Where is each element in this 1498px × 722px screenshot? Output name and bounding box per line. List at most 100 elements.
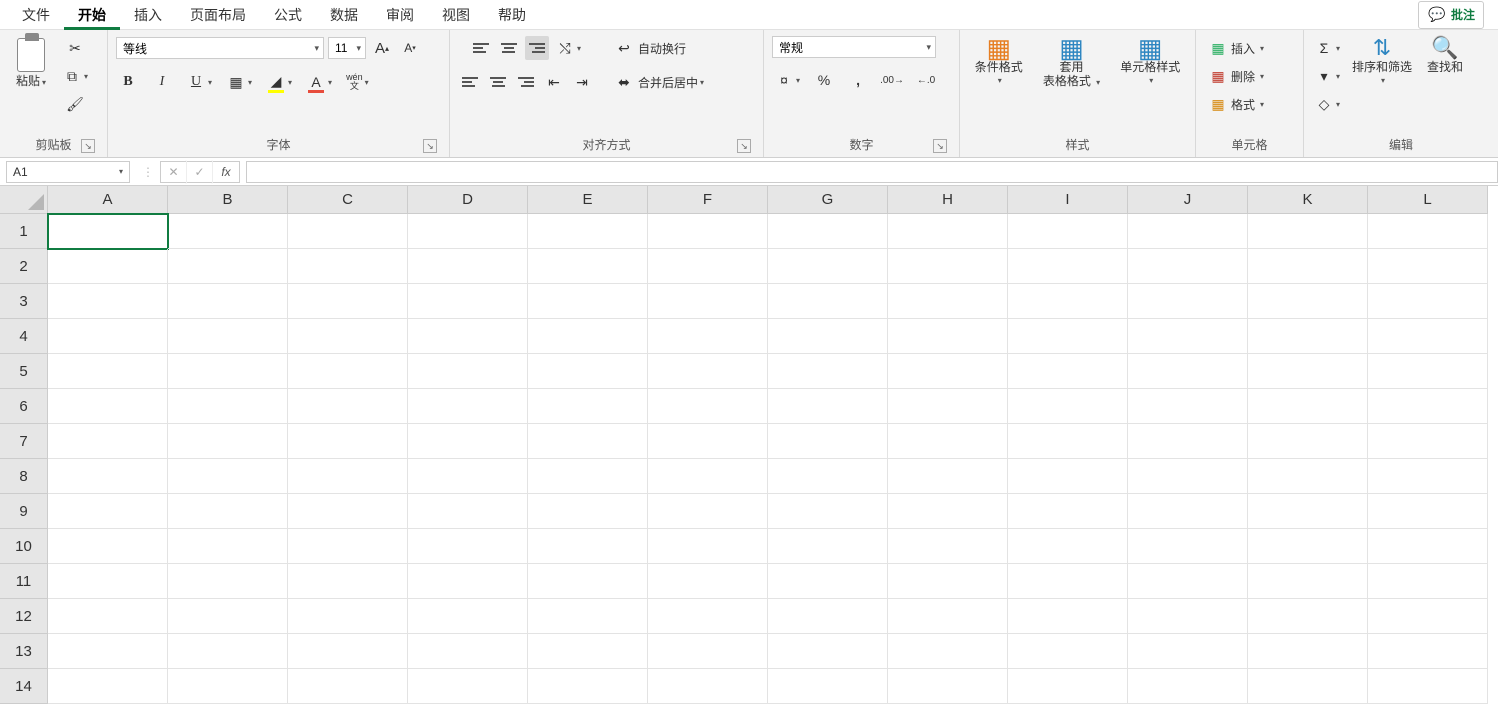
align-middle-button[interactable] [497,36,521,60]
cell[interactable] [288,634,408,669]
cell[interactable] [408,354,528,389]
cell[interactable] [288,424,408,459]
cell[interactable] [1368,529,1488,564]
cell[interactable] [408,319,528,354]
cell[interactable] [1008,564,1128,599]
column-header[interactable]: A [48,186,168,214]
row-header[interactable]: 11 [0,564,48,599]
font-size-combo[interactable] [328,37,366,59]
cell[interactable] [288,319,408,354]
cell[interactable] [768,634,888,669]
cell[interactable] [1008,214,1128,249]
cell[interactable] [288,529,408,564]
cell[interactable] [168,494,288,529]
cell[interactable] [408,494,528,529]
cell[interactable] [1248,669,1368,704]
cell[interactable] [528,459,648,494]
row-header[interactable]: 14 [0,669,48,704]
cell[interactable] [408,424,528,459]
cell[interactable] [1008,319,1128,354]
column-header[interactable]: D [408,186,528,214]
column-header[interactable]: H [888,186,1008,214]
cell[interactable] [888,669,1008,704]
increase-decimal-button[interactable]: .00→ [880,68,904,92]
cell[interactable] [528,494,648,529]
cell[interactable] [1368,424,1488,459]
cell[interactable] [528,529,648,564]
cell[interactable] [648,319,768,354]
cell[interactable] [888,564,1008,599]
comments-button[interactable]: 💬 批注 [1418,1,1484,29]
cell[interactable] [1368,494,1488,529]
accounting-button[interactable]: ¤▾ [772,68,802,92]
cell[interactable] [1008,424,1128,459]
cell[interactable] [168,214,288,249]
tab-数据[interactable]: 数据 [316,0,372,30]
cell[interactable] [48,669,168,704]
select-all-button[interactable] [0,186,48,214]
cell[interactable] [1128,599,1248,634]
cell[interactable] [1008,634,1128,669]
cell[interactable] [648,354,768,389]
row-header[interactable]: 1 [0,214,48,249]
cell[interactable] [648,424,768,459]
tab-审阅[interactable]: 审阅 [372,0,428,30]
cell[interactable] [888,494,1008,529]
orientation-button[interactable]: ⤭▾ [553,36,583,60]
cell[interactable] [888,529,1008,564]
cell[interactable] [1008,669,1128,704]
cell[interactable] [768,599,888,634]
font-color-button[interactable]: A▾ [304,70,334,94]
dialog-launcher[interactable]: ↘ [933,139,947,153]
cell[interactable] [1248,564,1368,599]
cell[interactable] [768,494,888,529]
cell[interactable] [528,389,648,424]
cell[interactable] [168,389,288,424]
cell[interactable] [1128,424,1248,459]
column-header[interactable]: K [1248,186,1368,214]
cell[interactable] [768,284,888,319]
cell[interactable] [48,389,168,424]
cell[interactable] [408,284,528,319]
cell[interactable] [888,319,1008,354]
cell[interactable] [48,529,168,564]
column-header[interactable]: C [288,186,408,214]
cell[interactable] [1008,354,1128,389]
cell[interactable] [1368,389,1488,424]
row-header[interactable]: 5 [0,354,48,389]
row-header[interactable]: 13 [0,634,48,669]
cell[interactable] [48,564,168,599]
cell[interactable] [1128,214,1248,249]
cell[interactable] [168,284,288,319]
cell[interactable] [1248,424,1368,459]
insert-cells-button[interactable]: ▦插入▾ [1204,36,1268,60]
align-right-button[interactable] [514,70,538,94]
cell[interactable] [1248,249,1368,284]
percent-button[interactable]: % [812,68,836,92]
cell[interactable] [288,214,408,249]
cell[interactable] [48,599,168,634]
column-header[interactable]: G [768,186,888,214]
tab-帮助[interactable]: 帮助 [484,0,540,30]
cell[interactable] [648,284,768,319]
conditional-format-button[interactable]: ▦ 条件格式 ▾ [971,36,1027,87]
dialog-launcher[interactable]: ↘ [81,139,95,153]
align-top-button[interactable] [469,36,493,60]
cell[interactable] [1248,459,1368,494]
cell-styles-button[interactable]: ▦ 单元格样式 ▾ [1116,36,1184,87]
comma-button[interactable]: , [846,68,870,92]
tab-公式[interactable]: 公式 [260,0,316,30]
cell[interactable] [768,389,888,424]
column-header[interactable]: I [1008,186,1128,214]
column-header[interactable]: J [1128,186,1248,214]
row-header[interactable]: 7 [0,424,48,459]
paste-button[interactable]: 粘贴▾ [8,36,54,92]
format-as-table-button[interactable]: ▦ 套用表格格式 ▾ [1039,36,1104,92]
decrease-decimal-button[interactable]: ←.0 [914,68,938,92]
cell[interactable] [1128,669,1248,704]
cell[interactable] [528,669,648,704]
cell[interactable] [408,599,528,634]
cell[interactable] [1248,284,1368,319]
cell[interactable] [1248,354,1368,389]
cell[interactable] [768,424,888,459]
